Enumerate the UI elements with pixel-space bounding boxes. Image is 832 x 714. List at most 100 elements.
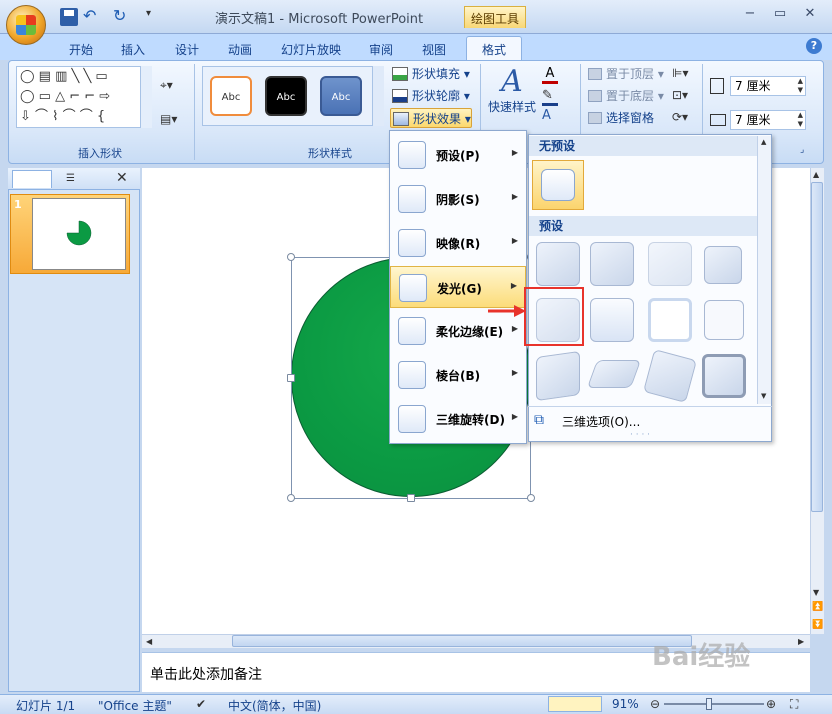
menu-item-reflection[interactable]: 映像(R) ▶ [390,222,526,264]
previous-slide-icon[interactable]: ⏫ [812,602,823,612]
preset-tile-4[interactable] [704,246,742,284]
preset-tile-9[interactable] [536,350,580,402]
resize-handle-w[interactable] [287,374,295,382]
tab-design[interactable]: 设计 [172,38,202,60]
submenu-scroll-up-icon[interactable]: ▲ [761,138,766,146]
shape-style-scroll[interactable] [372,66,384,126]
width-spinner-icon[interactable]: ▲ ▼ [798,111,803,129]
outline-tab[interactable]: ☰ [54,170,94,188]
maximize-button[interactable]: ▭ [770,6,790,24]
text-outline-icon[interactable]: ✎ [542,88,558,106]
shape-fill-button[interactable]: 形状填充 ▾ [390,64,470,84]
menu-label-3d-rotation: 三维旋转(D) [436,413,505,427]
quick-styles-button[interactable]: A 快速样式 [484,64,540,124]
tab-review[interactable]: 审阅 [366,38,396,60]
undo-icon[interactable]: ↶ [83,8,101,26]
spell-check-icon[interactable]: ✔ [196,697,206,711]
view-buttons[interactable] [548,696,602,712]
shape-style-orange-outline[interactable]: Abc [210,76,252,116]
preset-tile-1[interactable] [536,242,580,286]
notes-placeholder[interactable]: 单击此处添加备注 [150,664,262,684]
bring-to-front-button[interactable]: 置于顶层 ▾ [586,64,664,84]
preset-tile-8[interactable] [704,300,744,340]
shape-width-input[interactable]: 7 厘米 ▲ ▼ [730,110,806,130]
tab-home[interactable]: 开始 [66,38,96,60]
tab-format[interactable]: 格式 [466,36,522,60]
menu-item-3d-rotation[interactable]: 三维旋转(D) ▶ [390,398,526,440]
resize-handle-se[interactable] [527,494,535,502]
scroll-down-icon[interactable]: ▼ [813,588,819,597]
selection-pane-label: 选择窗格 [606,111,655,125]
horizontal-scroll-thumb[interactable] [232,635,692,647]
shape-style-black[interactable]: Abc [265,76,307,116]
shape-effects-button[interactable]: 形状效果 ▾ [390,108,472,128]
resize-handle-sw[interactable] [287,494,295,502]
selection-pane-button[interactable]: 选择窗格 [586,108,654,128]
slide-thumbnail[interactable] [32,198,126,270]
text-effects-icon[interactable]: A [542,108,558,123]
redo-icon[interactable]: ↻ [113,8,131,26]
resize-handle-s[interactable] [407,494,415,502]
glow-icon [399,274,427,302]
help-icon[interactable]: ? [806,38,822,54]
bring-to-front-icon [588,68,602,80]
shape-outline-button[interactable]: 形状轮廓 ▾ [390,86,470,106]
group-icon[interactable]: ⊡▾ [672,88,688,102]
tab-animations[interactable]: 动画 [225,38,255,60]
zoom-slider-track[interactable] [664,703,764,705]
height-spinner-icon[interactable]: ▲ ▼ [798,77,803,95]
send-to-back-icon [588,90,602,102]
shape-style-blue[interactable]: Abc [320,76,362,116]
close-button[interactable]: ✕ [800,6,820,24]
next-slide-icon[interactable]: ⏬ [812,620,823,630]
text-box-icon[interactable]: ▤▾ [160,112,182,126]
no-preset-tile[interactable] [532,160,584,210]
fit-to-window-icon[interactable]: ⛶ [790,697,798,712]
size-dialog-launcher-icon[interactable]: ⌟ [800,145,804,155]
menu-item-bevel[interactable]: 棱台(B) ▶ [390,354,526,396]
vertical-scroll-thumb[interactable] [811,182,823,512]
zoom-in-icon[interactable]: ⊕ [766,697,776,711]
3d-options-link[interactable]: 三维选项(O)... [562,413,640,430]
menu-item-glow[interactable]: 发光(G) ▶ [390,266,526,308]
submenu-scrollbar[interactable]: ▲ ▼ [757,136,771,404]
tab-insert[interactable]: 插入 [118,38,148,60]
quick-access-customize-icon[interactable]: ▾ [146,8,164,26]
preset-tile-2[interactable] [590,242,634,286]
preset-tile-12[interactable] [702,354,746,398]
preset-tile-7[interactable] [648,298,692,342]
rotate-icon[interactable]: ⟳▾ [672,110,688,124]
preset-tile-6[interactable] [590,298,634,342]
slides-tab[interactable] [12,170,52,188]
edit-shape-icon[interactable]: ⌖▾ [160,78,182,92]
submenu-scroll-down-icon[interactable]: ▼ [761,392,766,400]
save-icon[interactable] [60,8,78,26]
scroll-up-icon[interactable]: ▲ [813,170,819,179]
slide-number: 1 [14,198,22,211]
zoom-out-icon[interactable]: ⊖ [650,697,660,711]
language-status[interactable]: 中文(简体，中国) [228,697,321,714]
scroll-left-icon[interactable]: ◀ [146,637,152,646]
resize-handle-nw[interactable] [287,253,295,261]
zoom-slider-thumb[interactable] [706,698,712,710]
scroll-right-icon[interactable]: ▶ [798,637,804,646]
align-icon[interactable]: ⊫▾ [672,66,688,80]
submenu-resize-grip[interactable]: · · · · [630,430,650,440]
zoom-level[interactable]: 91% [612,697,639,711]
minimize-button[interactable]: − [740,6,760,24]
office-button[interactable] [6,5,46,45]
shapes-gallery[interactable]: ◯ ▤ ▥ ╲ ╲ ▭ ◯ ▭ △ ⌐ ⌐ ⇨ ⇩ ⌒ ⌇ ⌒ ⌒ { [16,66,152,128]
send-to-back-button[interactable]: 置于底层 ▾ [586,86,664,106]
preset-tile-3[interactable] [648,242,692,286]
shapes-gallery-scroll[interactable] [140,66,152,128]
reflection-icon [398,229,426,257]
menu-item-preset[interactable]: 预设(P) ▶ [390,134,526,176]
tab-view[interactable]: 视图 [419,38,449,60]
shape-styles-group-label: 形状样式 [308,147,352,160]
menu-item-shadow[interactable]: 阴影(S) ▶ [390,178,526,220]
shape-height-input[interactable]: 7 厘米 ▲ ▼ [730,76,806,96]
tab-slideshow[interactable]: 幻灯片放映 [278,38,344,60]
panel-close-icon[interactable]: ✕ [116,170,128,186]
theme-status[interactable]: "Office 主题" [98,697,172,714]
text-fill-icon[interactable]: A [542,66,558,84]
